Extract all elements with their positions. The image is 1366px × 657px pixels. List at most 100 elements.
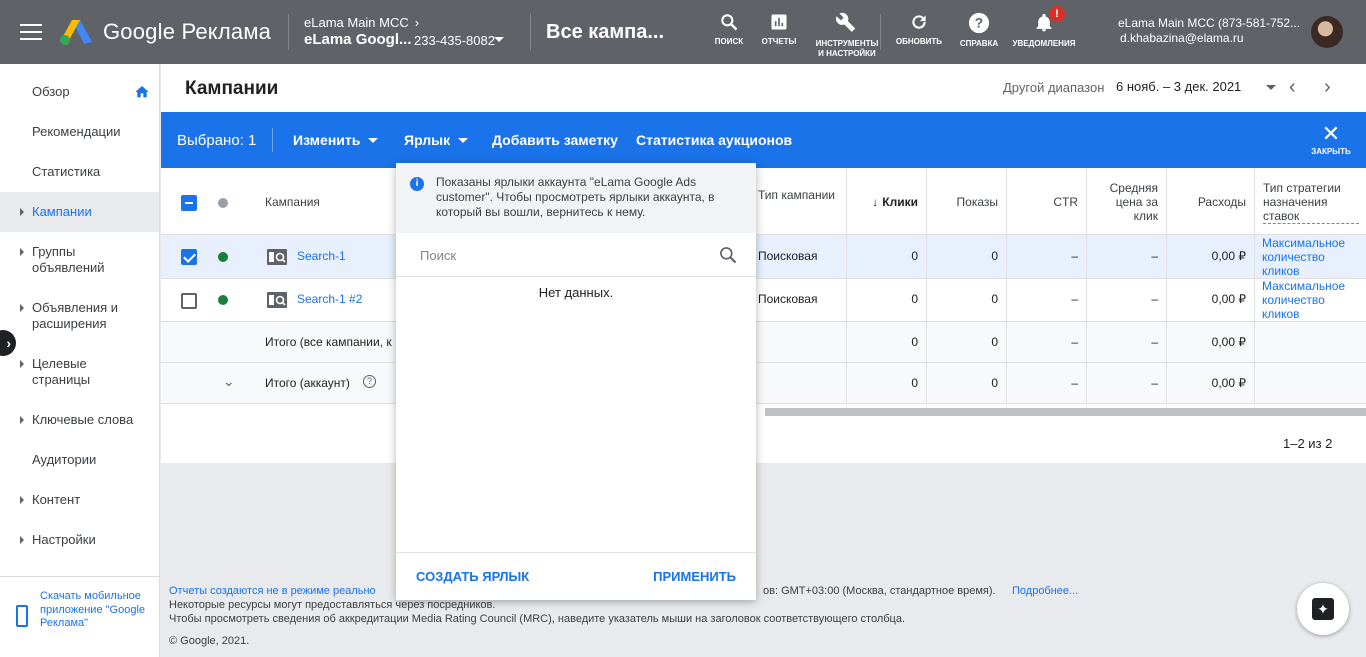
menu-icon[interactable] (20, 24, 42, 40)
apply-button[interactable]: ПРИМЕНИТЬ (653, 569, 736, 584)
google-ads-logo (60, 20, 92, 45)
caret-down-icon (368, 138, 379, 143)
ctr-value: – (1006, 363, 1086, 403)
sidebar-item-audiences[interactable]: Аудитории (0, 452, 159, 468)
header-bid-strategy[interactable]: Тип стратегии назначения ставок (1254, 168, 1366, 234)
popup-actions: СОЗДАТЬ ЯРЛЫК ПРИМЕНИТЬ (396, 552, 756, 600)
empty-cell (1254, 363, 1366, 403)
mobile-app-promo[interactable]: Скачать мобильное приложение "Google Рек… (0, 576, 159, 657)
help-tool-button[interactable]: ? СПРАВКА (947, 12, 1011, 49)
help-icon[interactable]: ? (363, 375, 376, 388)
header-cost[interactable]: Расходы (1166, 168, 1254, 234)
sidebar-item-label: Целевые страницы (32, 356, 91, 387)
refresh-tool-button[interactable]: ОБНОВИТЬ (887, 12, 951, 47)
search-icon[interactable] (718, 245, 738, 265)
popup-info-banner: i Показаны ярлыки аккаунта "eLama Google… (396, 163, 756, 233)
footer-more-link[interactable]: Подробнее... (1012, 584, 1078, 598)
sidebar-item-recommendations[interactable]: Рекомендации (0, 124, 159, 140)
sidebar-item-keywords[interactable]: Ключевые слова (0, 412, 159, 428)
campaign-name-link[interactable]: Search-1 #2 (297, 292, 362, 306)
chevron-down-icon[interactable]: ⌄ (223, 373, 235, 390)
info-icon: i (410, 177, 424, 191)
label-button[interactable]: Ярлык (404, 132, 469, 148)
status-filter-icon[interactable] (218, 198, 228, 208)
clicks-value: 0 (846, 322, 926, 362)
campaigns-table: Кампания Тип кампании ↓ Клики Показы CTR … (161, 168, 1366, 463)
phone-icon (16, 605, 28, 627)
page-selector[interactable]: Все кампа... (546, 21, 664, 44)
account-id[interactable]: 233-435-8082 (414, 33, 495, 48)
status-enabled-icon[interactable] (218, 295, 228, 305)
sidebar-item-settings[interactable]: Настройки (0, 532, 159, 548)
chevron-right-icon[interactable]: › (1324, 76, 1331, 99)
auction-insights-button[interactable]: Статистика аукционов (636, 132, 792, 148)
user-email[interactable]: d.khabazina@elama.ru (1120, 31, 1244, 45)
account-dropdown-icon[interactable] (494, 37, 504, 42)
cost-value: 0,00 ₽ (1166, 279, 1254, 321)
tools-settings-button[interactable]: ИНСТРУМЕНТЫ И НАСТРОЙКИ (815, 12, 879, 59)
clicks-value: 0 (846, 363, 926, 403)
brand-name[interactable]: Google Реклама (103, 19, 271, 45)
sparkle-icon: ✦ (1312, 598, 1334, 620)
bid-strategy-link[interactable]: Максимальное количество кликов (1262, 279, 1362, 321)
reports-tool-button[interactable]: ОТЧЕТЫ (747, 12, 811, 47)
main-content: Кампании Другой диапазон 6 нояб. – 3 дек… (161, 64, 1366, 657)
refresh-icon (912, 15, 926, 29)
sidebar-item-content[interactable]: Контент (0, 492, 159, 508)
sidebar-item-landing-pages[interactable]: Целевые страницы (0, 356, 130, 388)
chevron-left-icon[interactable]: ‹ (1289, 76, 1296, 99)
parent-account[interactable]: eLama Main MCC › (304, 15, 419, 30)
popup-info-text: Показаны ярлыки аккаунта "eLama Google A… (436, 175, 715, 219)
avatar[interactable] (1311, 16, 1343, 48)
header-campaign[interactable]: Кампания (265, 195, 320, 209)
bid-strategy-link[interactable]: Максимальное количество кликов (1262, 236, 1362, 278)
table-row[interactable]: Search-1 #2 Поисковая 0 0 – – 0,00 ₽ Мак… (161, 279, 1366, 322)
avg-cpc-value: – (1086, 322, 1166, 362)
divider (880, 14, 881, 50)
select-all-checkbox[interactable] (181, 195, 197, 211)
header-impressions[interactable]: Показы (926, 168, 1006, 234)
header-type[interactable]: Тип кампании (758, 188, 838, 202)
label-label: Ярлык (404, 132, 451, 148)
create-label-button[interactable]: СОЗДАТЬ ЯРЛЫК (416, 569, 529, 584)
user-account[interactable]: eLama Main MCC (873-581-752... (1118, 16, 1300, 30)
close-selection-button[interactable]: ✕ ЗАКРЫТЬ (1309, 123, 1353, 157)
edit-button[interactable]: Изменить (293, 132, 379, 148)
header-avg-cpc[interactable]: Средняя цена за клик (1086, 168, 1166, 234)
home-icon[interactable] (134, 84, 150, 100)
date-range-value[interactable]: 6 нояб. – 3 дек. 2021 (1116, 79, 1241, 94)
sidebar-item-label: Обзор (32, 84, 70, 99)
footer-resources: Некоторые ресурсы могут предоставляться … (169, 599, 496, 611)
edit-label: Изменить (293, 132, 361, 148)
header-clicks[interactable]: ↓ Клики (846, 168, 926, 234)
tool-label: ИНСТРУМЕНТЫ И НАСТРОЙКИ (815, 39, 879, 58)
selection-bar: Выбрано: 1 Изменить Ярлык Добавить замет… (161, 112, 1366, 168)
mobile-app-link[interactable]: Скачать мобильное приложение "Google Рек… (40, 590, 159, 631)
add-note-button[interactable]: Добавить заметку (492, 132, 618, 148)
horizontal-scrollbar[interactable] (765, 408, 1366, 416)
sidebar-item-label: Рекомендации (32, 124, 121, 139)
sidebar-item-ads-extensions[interactable]: Объявления и расширения (0, 300, 150, 332)
date-range-dropdown-icon[interactable] (1266, 85, 1276, 90)
sidebar-item-statistics[interactable]: Статистика (0, 164, 159, 180)
sidebar-item-ad-groups[interactable]: Группы объявлений (0, 244, 140, 276)
label-search-input[interactable] (412, 241, 702, 269)
header-ctr[interactable]: CTR (1006, 168, 1086, 234)
ctr-value: – (1006, 322, 1086, 362)
campaign-type: Поисковая (758, 292, 818, 306)
header-impressions-label: Показы (956, 195, 998, 209)
table-row[interactable]: Search-1 Поисковая 0 0 – – 0,00 ₽ Максим… (161, 235, 1366, 279)
sidebar-item-label: Контент (32, 492, 81, 507)
row-checkbox[interactable] (181, 249, 197, 265)
status-enabled-icon[interactable] (218, 252, 228, 262)
campaign-name-link[interactable]: Search-1 (297, 249, 346, 263)
row-checkbox[interactable] (181, 293, 197, 309)
tool-label: ОТЧЕТЫ (761, 37, 797, 46)
account-name[interactable]: eLama Googl... (304, 31, 412, 48)
notifications-tool-button[interactable]: ! УВЕДОМЛЕНИЯ (1012, 6, 1076, 49)
sidebar-item-label: Аудитории (32, 452, 97, 467)
feedback-fab-button[interactable]: ✦ (1297, 583, 1349, 635)
help-icon: ? (968, 12, 990, 34)
sidebar-item-label: Кампании (32, 204, 92, 219)
sidebar-item-campaigns[interactable]: Кампании (0, 192, 159, 232)
